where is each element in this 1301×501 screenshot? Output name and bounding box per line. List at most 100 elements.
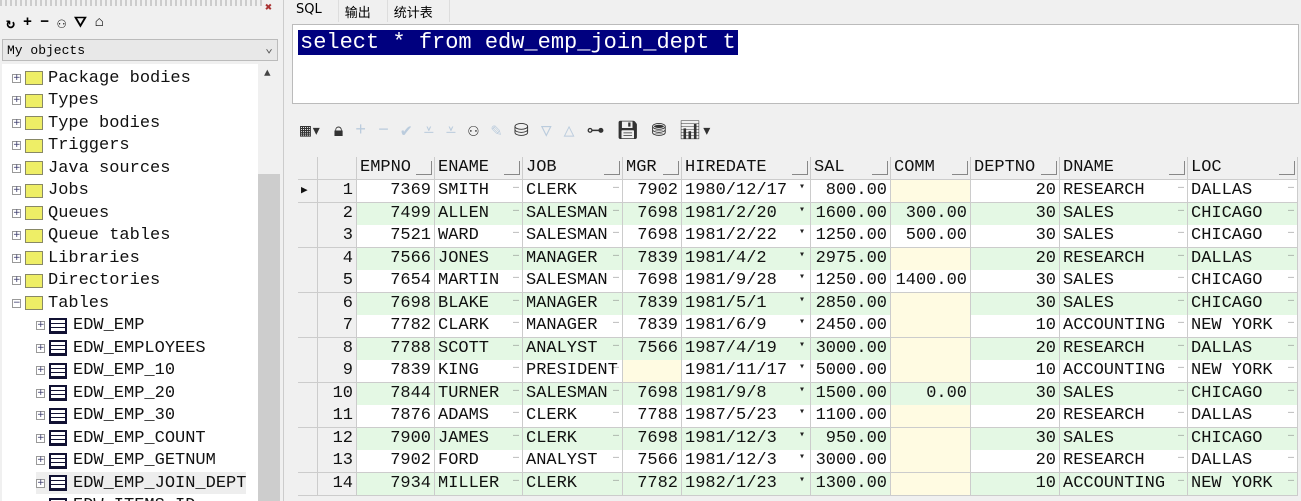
dropdown-arrow-icon[interactable]: ▾ xyxy=(799,473,805,492)
cell-dname[interactable]: ACCOUNTING… xyxy=(1060,360,1188,383)
cell-ename[interactable]: BLAKE… xyxy=(435,292,523,316)
collapse-icon[interactable]: − xyxy=(12,298,21,308)
expand-icon[interactable]: + xyxy=(36,388,45,398)
cell-job[interactable]: PRESIDENT… xyxy=(523,360,623,383)
expand-icon[interactable]: + xyxy=(36,321,45,330)
cell-ename[interactable]: CLARK… xyxy=(435,315,523,338)
cell-empno[interactable]: 7499 xyxy=(357,202,435,226)
cell-job[interactable]: CLERK… xyxy=(523,472,623,496)
ellipsis-button[interactable]: … xyxy=(1178,315,1184,333)
cell-dname[interactable]: RESEARCH… xyxy=(1060,405,1188,428)
tree-item[interactable]: − Tables xyxy=(12,292,109,314)
tree-item[interactable]: +EDW_ITEMS_ID xyxy=(36,495,195,501)
corner-cell[interactable] xyxy=(298,157,318,180)
ellipsis-button[interactable]: … xyxy=(1178,473,1184,491)
ellipsis-button[interactable]: … xyxy=(1288,338,1294,356)
ellipsis-button[interactable]: … xyxy=(513,383,519,401)
delete-record-icon[interactable]: − xyxy=(378,121,389,141)
cell-empno[interactable]: 7788 xyxy=(357,337,435,361)
ellipsis-button[interactable]: … xyxy=(1178,180,1184,198)
cell-mgr[interactable]: 7698 xyxy=(623,427,682,451)
table-row[interactable]: 7 7782 CLARK… MANAGER… 7839 1981/6/9 ▾ 2450.00 1… xyxy=(298,315,1298,338)
ellipsis-button[interactable]: … xyxy=(1178,270,1184,288)
cell-loc[interactable]: CHICAGO… xyxy=(1188,202,1298,226)
cell-mgr[interactable]: 7839 xyxy=(623,292,682,316)
cell-loc[interactable]: CHICAGO… xyxy=(1188,382,1298,406)
ellipsis-button[interactable]: … xyxy=(613,450,619,468)
cell-empno[interactable]: 7876 xyxy=(357,405,435,428)
column-header[interactable]: MGR xyxy=(623,157,682,180)
tree-item[interactable]: + EDW_EMP_30 xyxy=(36,405,175,427)
cell-hiredate[interactable]: 1981/2/20 ▾ xyxy=(682,202,811,226)
cell-job[interactable]: CLERK… xyxy=(523,405,623,428)
cell-comm[interactable]: 500.00 xyxy=(891,225,971,248)
table-row[interactable]: 4 7566 JONES… MANAGER… 7839 1981/4/2 ▾ 2975.00 2… xyxy=(298,247,1298,271)
ellipsis-button[interactable]: … xyxy=(1178,405,1184,423)
cell-ename[interactable]: FORD… xyxy=(435,450,523,473)
tree-item[interactable]: + EDW_EMP xyxy=(36,315,144,337)
ellipsis-button[interactable]: … xyxy=(513,180,519,198)
cell-ename[interactable]: ALLEN… xyxy=(435,202,523,226)
table-row[interactable]: 2 7499 ALLEN… SALESMAN… 7698 1981/2/20 ▾ 1600.0… xyxy=(298,202,1298,226)
expand-icon[interactable]: + xyxy=(36,433,45,443)
insert-record-icon[interactable]: + xyxy=(355,121,366,141)
ellipsis-button[interactable]: … xyxy=(1178,338,1184,356)
sql-editor[interactable]: select * from edw_emp_join_dept t xyxy=(292,24,1299,104)
cell-mgr[interactable]: 7782 xyxy=(623,472,682,496)
cell-deptno[interactable]: 10 xyxy=(971,315,1060,338)
ellipsis-button[interactable]: … xyxy=(513,405,519,423)
ellipsis-button[interactable]: … xyxy=(1178,293,1184,311)
ellipsis-button[interactable]: … xyxy=(513,338,519,356)
table-row[interactable]: 11 7876 ADAMS… CLERK… 7788 1987/5/23 ▾ 1100.00 2… xyxy=(298,405,1298,428)
cell-sal[interactable]: 1250.00 xyxy=(811,270,891,293)
cell-sal[interactable]: 950.00 xyxy=(811,427,891,451)
cell-sal[interactable]: 3000.00 xyxy=(811,450,891,473)
expand-icon[interactable]: + xyxy=(12,118,21,128)
ellipsis-button[interactable]: … xyxy=(1288,203,1294,221)
cell-job[interactable]: CLERK… xyxy=(523,427,623,451)
ellipsis-button[interactable]: … xyxy=(1288,248,1294,266)
ellipsis-button[interactable]: … xyxy=(513,293,519,311)
cell-ename[interactable]: SCOTT… xyxy=(435,337,523,361)
cell-ename[interactable]: KING… xyxy=(435,360,523,383)
minus-icon[interactable]: − xyxy=(40,14,49,33)
cell-dname[interactable]: ACCOUNTING… xyxy=(1060,472,1188,496)
cell-ename[interactable]: WARD… xyxy=(435,225,523,248)
tree-item[interactable]: + EDW_EMP_JOIN_DEPT xyxy=(36,472,247,494)
cell-ename[interactable]: ADAMS… xyxy=(435,405,523,428)
filter-icon[interactable]: ⛛ xyxy=(74,14,87,33)
cell-mgr[interactable] xyxy=(623,360,682,383)
column-header[interactable]: HIREDATE xyxy=(682,157,811,180)
ellipsis-button[interactable]: … xyxy=(613,428,619,446)
cell-hiredate[interactable]: 1981/6/9 ▾ xyxy=(682,315,811,338)
filter-clear-icon[interactable]: ⌂ xyxy=(95,14,104,33)
cell-hiredate[interactable]: 1981/2/22 ▾ xyxy=(682,225,811,248)
ellipsis-button[interactable]: … xyxy=(513,428,519,446)
cell-hiredate[interactable]: 1987/5/23 ▾ xyxy=(682,405,811,428)
scroll-up-icon[interactable]: ▲ xyxy=(264,68,271,80)
cell-sal[interactable]: 1250.00 xyxy=(811,225,891,248)
ellipsis-button[interactable]: … xyxy=(513,248,519,266)
dropdown-arrow-icon[interactable]: ▾ xyxy=(799,383,805,402)
cell-empno[interactable]: 7369 xyxy=(357,180,435,203)
dropdown-arrow-icon[interactable]: ▾ xyxy=(799,405,805,424)
object-filter-select[interactable]: My objects ⌄ xyxy=(2,39,278,61)
chart-icon[interactable]: 📊︎▾ xyxy=(678,120,712,142)
cell-dname[interactable]: RESEARCH… xyxy=(1060,180,1188,203)
cell-mgr[interactable]: 7902 xyxy=(623,180,682,203)
cell-empno[interactable]: 7839 xyxy=(357,360,435,383)
cell-job[interactable]: CLERK… xyxy=(523,180,623,203)
cell-dname[interactable]: SALES… xyxy=(1060,202,1188,226)
table-row[interactable]: 12 7900 JAMES… CLERK… 7698 1981/12/3 ▾ 950.00 30… xyxy=(298,427,1298,451)
cell-job[interactable]: SALESMAN… xyxy=(523,382,623,406)
tree-item[interactable]: + Types xyxy=(12,90,99,112)
cell-comm[interactable]: 300.00 xyxy=(891,202,971,226)
cell-loc[interactable]: CHICAGO… xyxy=(1188,427,1298,451)
column-header[interactable]: SAL xyxy=(811,157,891,180)
cell-deptno[interactable]: 20 xyxy=(971,405,1060,428)
ellipsis-button[interactable]: … xyxy=(513,203,519,221)
column-header[interactable]: DNAME xyxy=(1060,157,1188,180)
cell-empno[interactable]: 7521 xyxy=(357,225,435,248)
cell-empno[interactable]: 7844 xyxy=(357,382,435,406)
cell-loc[interactable]: CHICAGO… xyxy=(1188,270,1298,293)
